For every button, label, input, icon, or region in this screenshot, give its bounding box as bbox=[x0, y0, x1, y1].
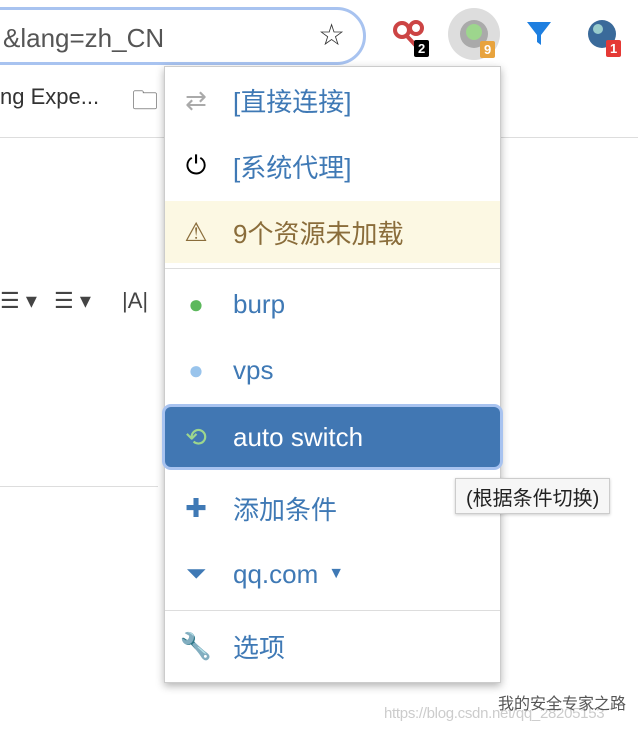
globe-extension-icon[interactable]: 1 bbox=[586, 18, 622, 57]
menu-item-vps[interactable]: ● vps bbox=[165, 339, 500, 401]
direct-connect-icon: ⇄ bbox=[185, 84, 207, 115]
menu-item-auto-switch[interactable]: ⟲ auto switch bbox=[165, 407, 500, 467]
align-icon[interactable]: ☰ ▾ bbox=[0, 288, 37, 314]
text-format-icon[interactable]: |A| bbox=[122, 288, 148, 314]
watermark-account: 我的安全专家之路 bbox=[498, 696, 627, 713]
url-text: &lang=zh_CN bbox=[3, 23, 165, 53]
filter-icon: ⏷ bbox=[185, 558, 207, 588]
menu-item-system-proxy[interactable]: ⏻ [系统代理] bbox=[165, 135, 500, 197]
filter-extension-icon[interactable] bbox=[524, 18, 558, 52]
menu-item-direct[interactable]: ⇄ [直接连接] bbox=[165, 69, 500, 131]
menu-item-qq-com[interactable]: ⏷ qq.com ▼ bbox=[165, 543, 500, 605]
power-icon: ⏻ bbox=[185, 150, 207, 180]
extension-badge: 9 bbox=[480, 41, 496, 58]
extension-badge: 1 bbox=[606, 40, 622, 57]
menu-item-unloaded-resources[interactable]: ⚠ 9个资源未加载 bbox=[165, 201, 500, 263]
wrench-icon: 🔧 bbox=[179, 630, 213, 661]
bookmark-item[interactable]: ng Expe... bbox=[0, 84, 99, 110]
menu-item-options[interactable]: 🔧 选项 bbox=[165, 615, 500, 677]
extension-badge: 2 bbox=[414, 40, 430, 57]
folder-icon[interactable]: 🗀 bbox=[132, 82, 158, 126]
warning-icon: ⚠ bbox=[184, 216, 208, 247]
auto-switch-icon: ⟲ bbox=[185, 421, 207, 452]
bookmark-star-icon[interactable]: ☆ bbox=[318, 18, 345, 53]
line-spacing-icon[interactable]: ☰ ▾ bbox=[54, 288, 91, 314]
divider bbox=[0, 486, 158, 487]
globe-icon: ● bbox=[188, 354, 204, 385]
scissors-extension-icon[interactable]: 2 bbox=[392, 18, 430, 57]
globe-icon: ● bbox=[188, 288, 204, 319]
proxy-menu: ⇄ [直接连接] ⏻ [系统代理] ⚠ 9个资源未加载 ● burp ● vps ⟲ aut… bbox=[164, 66, 501, 683]
menu-item-burp[interactable]: ● burp bbox=[165, 273, 500, 335]
plus-icon: ✚ bbox=[185, 492, 207, 523]
tooltip: (根据条件切换) bbox=[455, 478, 611, 514]
address-bar[interactable]: &lang=zh_CN ☆ bbox=[0, 7, 366, 65]
switchyomega-icon[interactable]: 9 bbox=[448, 8, 500, 60]
menu-item-add-condition[interactable]: ✚ 添加条件 bbox=[165, 477, 500, 539]
caret-down-icon: ▼ bbox=[328, 565, 345, 582]
